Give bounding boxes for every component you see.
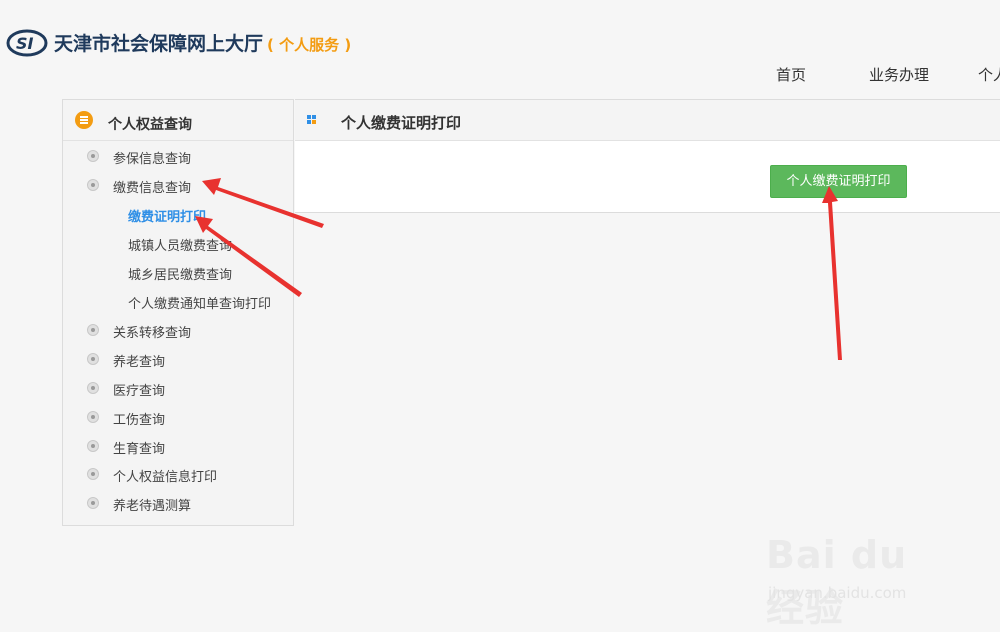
radio-bullet-icon [87,440,99,452]
radio-bullet-icon [87,179,99,191]
sidebar-subitem-payment-certificate[interactable]: 缴费证明打印 [63,201,293,227]
sidebar-item-pension-calc[interactable]: 养老待遇测算 [63,490,293,516]
sidebar-item-label: 医疗查询 [113,384,166,399]
sidebar-item-rights-print[interactable]: 个人权益信息打印 [63,461,293,487]
site-header: SI 天津市社会保障网上大厅( 个人服务 ) 首页 业务办理 个人 [0,0,1000,98]
logo-text: SI [16,34,34,53]
sidebar-subitem-urban-payment[interactable]: 城镇人员缴费查询 [63,230,293,256]
nav-home[interactable]: 首页 [776,64,806,85]
site-title-text: 天津市社会保障网上大厅 [54,33,264,55]
panel-title: 个人缴费证明打印 [341,114,462,132]
radio-bullet-icon [87,411,99,423]
site-title: 天津市社会保障网上大厅( 个人服务 ) [54,29,351,56]
nav-personal[interactable]: 个人 [978,64,1000,85]
nav-business[interactable]: 业务办理 [869,64,929,85]
sidebar-heading-label: 个人权益查询 [108,117,192,133]
sidebar-item-insurance-info[interactable]: 参保信息查询 [63,143,293,169]
sidebar-subitem-label: 城镇人员缴费查询 [128,239,233,254]
sidebar-item-label: 关系转移查询 [113,326,192,341]
sidebar-item-label: 缴费信息查询 [113,181,192,196]
main-panel: 个人缴费证明打印 个人缴费证明打印 [295,99,1000,213]
sidebar-item-pension[interactable]: 养老查询 [63,346,293,372]
radio-bullet-icon [87,150,99,162]
panel-header: 个人缴费证明打印 [295,100,1000,141]
grid-icon [307,115,316,124]
top-nav: 首页 业务办理 个人 [0,64,1000,86]
sidebar-item-label: 参保信息查询 [113,152,192,167]
sidebar-subitem-resident-payment[interactable]: 城乡居民缴费查询 [63,259,293,285]
sidebar-item-payment-info[interactable]: 缴费信息查询 [63,172,293,198]
radio-bullet-icon [87,497,99,509]
sidebar-item-label: 养老查询 [113,355,166,370]
radio-bullet-icon [87,468,99,480]
baidu-watermark: Bai du 经验 jingyan.baidu.com [766,521,956,630]
sidebar-item-label: 工伤查询 [113,413,166,428]
sidebar-item-label: 个人权益信息打印 [113,470,218,485]
print-certificate-button[interactable]: 个人缴费证明打印 [770,165,907,198]
watermark-url: jingyan.baidu.com [768,584,907,602]
sidebar-item-label: 养老待遇测算 [113,499,192,514]
sidebar-item-medical[interactable]: 医疗查询 [63,375,293,401]
sidebar-subitem-label: 城乡居民缴费查询 [128,268,233,283]
sidebar-item-maternity[interactable]: 生育查询 [63,433,293,459]
list-icon [75,111,93,129]
sidebar-item-label: 生育查询 [113,442,166,457]
radio-bullet-icon [87,353,99,365]
sidebar-subitem-label: 缴费证明打印 [128,210,207,225]
sidebar-item-transfer[interactable]: 关系转移查询 [63,317,293,343]
sidebar-subitem-payment-notice[interactable]: 个人缴费通知单查询打印 [63,288,293,314]
sidebar: 个人权益查询 参保信息查询 缴费信息查询 缴费证明打印 城镇人员缴费查询 城乡居… [62,99,294,526]
sidebar-item-injury[interactable]: 工伤查询 [63,404,293,430]
radio-bullet-icon [87,324,99,336]
site-subtitle: ( 个人服务 ) [267,36,352,54]
watermark-text: Bai du 经验 [766,533,908,630]
radio-bullet-icon [87,382,99,394]
sidebar-heading: 个人权益查询 [63,100,293,141]
site-logo: SI [6,29,48,57]
sidebar-subitem-label: 个人缴费通知单查询打印 [128,297,272,312]
